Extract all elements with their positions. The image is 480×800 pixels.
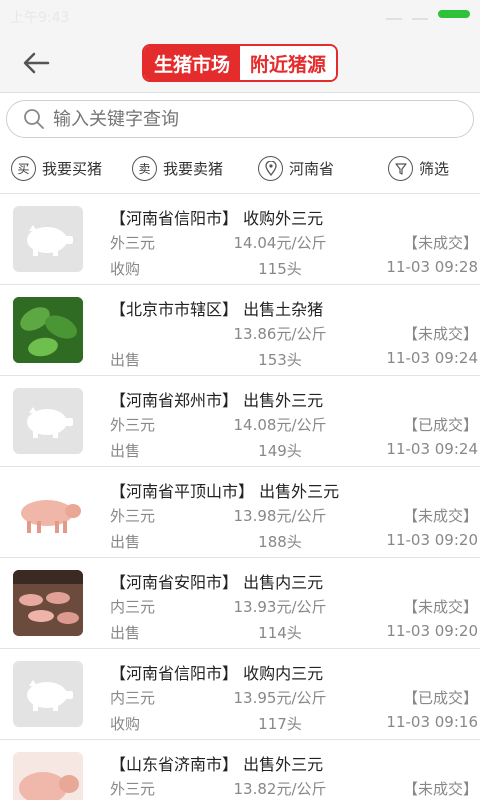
listing-item[interactable]: 【河南省安阳市】 出售内三元 内三元 13.93元/公斤 【未成交】 出售 11… [0,558,480,649]
listing-photo [13,570,83,636]
filter-buy[interactable]: 买 我要买猪 [11,156,102,181]
listing-price: 14.04元/公斤 [233,234,327,252]
filter-screen[interactable]: 筛选 [388,156,449,181]
listing-time: 11-03 09:16 [386,713,478,731]
pig-placeholder-icon [13,661,83,727]
listing-type: 出售 [110,351,141,369]
search-icon [24,109,44,129]
search-bar [0,93,480,144]
listing-price: 13.93元/公斤 [233,598,327,616]
listing-quantity: 114头 [258,624,302,642]
listing-breed: 外三元 [110,234,156,252]
listing-time: 11-03 09:20 [386,531,478,549]
back-button[interactable] [18,47,54,79]
listing-title: 【河南省信阳市】 收购内三元 [110,664,324,683]
search-box[interactable] [6,100,474,138]
listing-time: 11-03 09:20 [386,622,478,640]
tab-nearby-sources[interactable]: 附近猪源 [240,46,336,80]
filter-region[interactable]: 河南省 [258,156,334,181]
listing-breed: 外三元 [110,416,156,434]
listing-status: 【未成交】 [402,325,478,343]
buy-icon: 买 [11,156,36,181]
listing-type: 出售 [110,533,141,551]
listing-photo [13,479,83,545]
search-input[interactable] [53,108,473,130]
listing-quantity: 188头 [258,533,302,551]
listing-time: 11-03 09:24 [386,349,478,367]
market-segment-control: 生猪市场 附近猪源 [142,44,338,82]
listing-type: 收购 [110,260,141,278]
sell-icon: 卖 [132,156,157,181]
filter-buy-label: 我要买猪 [42,160,103,178]
listing-quantity: 149头 [258,442,302,460]
listing-price: 13.98元/公斤 [233,507,327,525]
listing-item[interactable]: 【河南省郑州市】 出售外三元 外三元 14.08元/公斤 【已成交】 出售 14… [0,376,480,467]
listing-title: 【河南省郑州市】 出售外三元 [110,391,324,410]
filter-sell-label: 我要卖猪 [163,160,224,178]
listing-status: 【未成交】 [402,598,478,616]
listing-photo [13,752,83,800]
location-pin-icon [258,156,283,181]
listing-price: 13.95元/公斤 [233,689,327,707]
filter-region-label: 河南省 [289,160,335,178]
listing-item[interactable]: 【河南省平顶山市】 出售外三元 外三元 13.98元/公斤 【未成交】 出售 1… [0,467,480,558]
listing-breed: 内三元 [110,689,156,707]
listing-quantity: 117头 [258,715,302,733]
listing-item[interactable]: 【河南省信阳市】 收购内三元 内三元 13.95元/公斤 【已成交】 收购 11… [0,649,480,740]
listing-title: 【北京市市辖区】 出售土杂猪 [110,300,324,319]
listing-item[interactable]: 【河南省信阳市】 收购外三元 外三元 14.04元/公斤 【未成交】 收购 11… [0,194,480,285]
arrow-left-icon [23,52,50,74]
listing-breed: 外三元 [110,507,156,525]
listing-quantity: 153头 [258,351,302,369]
listing-status: 【未成交】 [402,507,478,525]
pig-placeholder-icon [13,206,83,272]
listing-title: 【河南省安阳市】 出售内三元 [110,573,324,592]
listing-quantity: 115头 [258,260,302,278]
battery-icon [438,10,470,18]
listing-item[interactable]: 【北京市市辖区】 出售土杂猪 13.86元/公斤 【未成交】 出售 153头 1… [0,285,480,376]
listing-status: 【未成交】 [402,780,478,798]
listing-title: 【河南省平顶山市】 出售外三元 [110,482,340,501]
listing-type: 出售 [110,624,141,642]
listing-breed: 外三元 [110,780,156,798]
filter-screen-label: 筛选 [419,160,450,178]
signal-icon [386,8,402,20]
header: 生猪市场 附近猪源 [0,33,480,93]
listing-time: 11-03 09:24 [386,440,478,458]
listing-breed: 内三元 [110,598,156,616]
filter-sell[interactable]: 卖 我要卖猪 [132,156,223,181]
pig-placeholder-icon [13,388,83,454]
listing-item[interactable]: 【山东省济南市】 出售外三元 外三元 13.82元/公斤 【未成交】 [0,740,480,800]
listing-type: 收购 [110,715,141,733]
tab-pig-market[interactable]: 生猪市场 [144,46,240,80]
listing-type: 出售 [110,442,141,460]
listing-price: 14.08元/公斤 [233,416,327,434]
listing-status: 【未成交】 [402,234,478,252]
status-bar: 上午9:43 [0,0,480,33]
funnel-icon [388,156,413,181]
listing-price: 13.82元/公斤 [233,780,327,798]
wifi-icon [412,8,428,20]
listing-time: 11-03 09:28 [386,258,478,276]
listing-title: 【山东省济南市】 出售外三元 [110,755,324,774]
filter-bar: 买 我要买猪 卖 我要卖猪 河南省 筛选 [0,144,480,194]
listing-price: 13.86元/公斤 [233,325,327,343]
status-time: 上午9:43 [10,10,70,26]
listing-status: 【已成交】 [402,416,478,434]
listing-list: 【河南省信阳市】 收购外三元 外三元 14.04元/公斤 【未成交】 收购 11… [0,194,480,800]
listing-title: 【河南省信阳市】 收购外三元 [110,209,324,228]
listing-status: 【已成交】 [402,689,478,707]
listing-photo [13,297,83,363]
